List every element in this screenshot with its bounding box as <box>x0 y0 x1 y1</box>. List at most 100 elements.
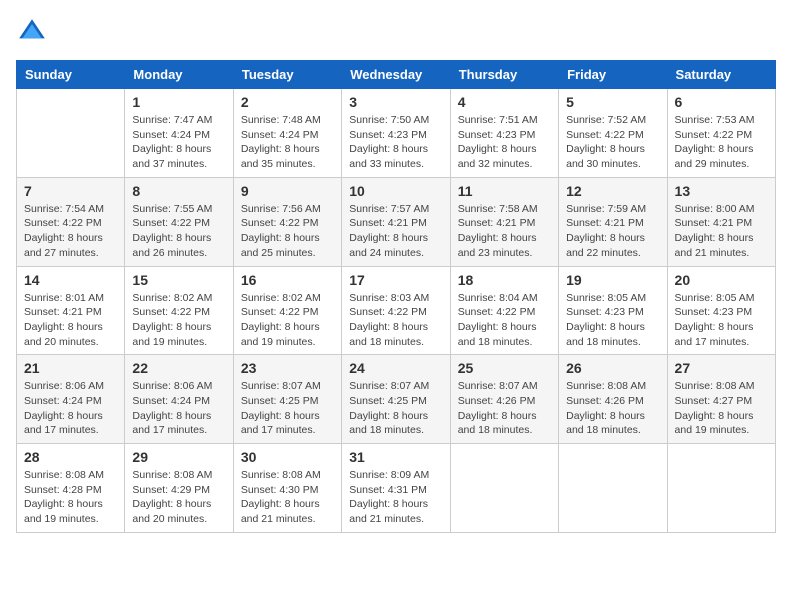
day-number: 10 <box>349 183 442 199</box>
calendar-cell: 26 Sunrise: 8:08 AM Sunset: 4:26 PM Dayli… <box>559 355 667 444</box>
day-info: Sunrise: 8:00 AM Sunset: 4:21 PM Dayligh… <box>675 202 768 261</box>
day-info: Sunrise: 8:07 AM Sunset: 4:25 PM Dayligh… <box>241 379 334 438</box>
calendar-cell: 29Sunrise: 8:08 AM Sunset: 4:29 PM Dayli… <box>125 444 233 533</box>
day-info: Sunrise: 8:02 AM Sunset: 4:22 PM Dayligh… <box>132 291 225 350</box>
calendar-week-4: 21Sunrise: 8:06 AM Sunset: 4:24 PM Dayli… <box>17 355 776 444</box>
day-number: 6 <box>675 94 768 110</box>
calendar-cell: 17 Sunrise: 8:03 AM Sunset: 4:22 PM Dayli… <box>342 266 450 355</box>
day-info: Sunrise: 8:08 AM Sunset: 4:27 PM Dayligh… <box>675 379 768 438</box>
day-info: Sunrise: 8:08 AM Sunset: 4:30 PM Dayligh… <box>241 468 334 527</box>
calendar-cell: 12Sunrise: 7:59 AM Sunset: 4:21 PM Dayli… <box>559 177 667 266</box>
day-number: 31 <box>349 449 442 465</box>
calendar-cell <box>17 89 125 178</box>
day-number: 2 <box>241 94 334 110</box>
calendar-week-3: 14Sunrise: 8:01 AM Sunset: 4:21 PM Dayli… <box>17 266 776 355</box>
calendar-cell: 4 Sunrise: 7:51 AM Sunset: 4:23 PM Daylig… <box>450 89 558 178</box>
calendar-cell: 30 Sunrise: 8:08 AM Sunset: 4:30 PM Dayli… <box>233 444 341 533</box>
weekday-header-thursday: Thursday <box>450 61 558 89</box>
day-number: 3 <box>349 94 442 110</box>
calendar-cell: 14Sunrise: 8:01 AM Sunset: 4:21 PM Dayli… <box>17 266 125 355</box>
day-info: Sunrise: 7:57 AM Sunset: 4:21 PM Dayligh… <box>349 202 442 261</box>
calendar-cell <box>559 444 667 533</box>
calendar-cell: 16 Sunrise: 8:02 AM Sunset: 4:22 PM Dayli… <box>233 266 341 355</box>
day-info: Sunrise: 8:07 AM Sunset: 4:26 PM Dayligh… <box>458 379 551 438</box>
day-number: 17 <box>349 272 442 288</box>
calendar-cell: 19 Sunrise: 8:05 AM Sunset: 4:23 PM Dayli… <box>559 266 667 355</box>
day-info: Sunrise: 7:58 AM Sunset: 4:21 PM Dayligh… <box>458 202 551 261</box>
calendar-cell: 31 Sunrise: 8:09 AM Sunset: 4:31 PM Dayli… <box>342 444 450 533</box>
day-number: 4 <box>458 94 551 110</box>
day-number: 5 <box>566 94 659 110</box>
day-info: Sunrise: 8:04 AM Sunset: 4:22 PM Dayligh… <box>458 291 551 350</box>
calendar-cell: 10 Sunrise: 7:57 AM Sunset: 4:21 PM Dayli… <box>342 177 450 266</box>
day-number: 7 <box>24 183 117 199</box>
day-number: 11 <box>458 183 551 199</box>
day-info: Sunrise: 8:02 AM Sunset: 4:22 PM Dayligh… <box>241 291 334 350</box>
calendar-cell: 8 Sunrise: 7:55 AM Sunset: 4:22 PM Daylig… <box>125 177 233 266</box>
calendar-cell: 21Sunrise: 8:06 AM Sunset: 4:24 PM Dayli… <box>17 355 125 444</box>
calendar-cell: 24Sunrise: 8:07 AM Sunset: 4:25 PM Dayli… <box>342 355 450 444</box>
calendar-cell: 6 Sunrise: 7:53 AM Sunset: 4:22 PM Daylig… <box>667 89 775 178</box>
weekday-header-sunday: Sunday <box>17 61 125 89</box>
day-number: 24 <box>349 360 442 376</box>
calendar-cell: 13 Sunrise: 8:00 AM Sunset: 4:21 PM Dayli… <box>667 177 775 266</box>
day-info: Sunrise: 8:05 AM Sunset: 4:23 PM Dayligh… <box>675 291 768 350</box>
calendar-cell: 7 Sunrise: 7:54 AM Sunset: 4:22 PM Daylig… <box>17 177 125 266</box>
calendar-cell: 5 Sunrise: 7:52 AM Sunset: 4:22 PM Daylig… <box>559 89 667 178</box>
day-info: Sunrise: 7:51 AM Sunset: 4:23 PM Dayligh… <box>458 113 551 172</box>
day-info: Sunrise: 8:05 AM Sunset: 4:23 PM Dayligh… <box>566 291 659 350</box>
calendar-cell: 18 Sunrise: 8:04 AM Sunset: 4:22 PM Dayli… <box>450 266 558 355</box>
calendar-cell: 20 Sunrise: 8:05 AM Sunset: 4:23 PM Dayli… <box>667 266 775 355</box>
day-number: 28 <box>24 449 117 465</box>
day-info: Sunrise: 8:09 AM Sunset: 4:31 PM Dayligh… <box>349 468 442 527</box>
calendar-cell: 1Sunrise: 7:47 AM Sunset: 4:24 PM Daylig… <box>125 89 233 178</box>
calendar-cell: 23 Sunrise: 8:07 AM Sunset: 4:25 PM Dayli… <box>233 355 341 444</box>
day-number: 25 <box>458 360 551 376</box>
weekday-header-friday: Friday <box>559 61 667 89</box>
day-info: Sunrise: 7:52 AM Sunset: 4:22 PM Dayligh… <box>566 113 659 172</box>
day-number: 19 <box>566 272 659 288</box>
calendar-cell: 9Sunrise: 7:56 AM Sunset: 4:22 PM Daylig… <box>233 177 341 266</box>
day-info: Sunrise: 8:08 AM Sunset: 4:29 PM Dayligh… <box>132 468 225 527</box>
day-info: Sunrise: 7:50 AM Sunset: 4:23 PM Dayligh… <box>349 113 442 172</box>
day-info: Sunrise: 7:53 AM Sunset: 4:22 PM Dayligh… <box>675 113 768 172</box>
weekday-header-wednesday: Wednesday <box>342 61 450 89</box>
day-info: Sunrise: 8:06 AM Sunset: 4:24 PM Dayligh… <box>24 379 117 438</box>
day-number: 20 <box>675 272 768 288</box>
calendar-week-2: 7 Sunrise: 7:54 AM Sunset: 4:22 PM Daylig… <box>17 177 776 266</box>
calendar-cell: 25 Sunrise: 8:07 AM Sunset: 4:26 PM Dayli… <box>450 355 558 444</box>
day-info: Sunrise: 7:48 AM Sunset: 4:24 PM Dayligh… <box>241 113 334 172</box>
calendar-cell: 11 Sunrise: 7:58 AM Sunset: 4:21 PM Dayli… <box>450 177 558 266</box>
calendar-week-5: 28 Sunrise: 8:08 AM Sunset: 4:28 PM Dayli… <box>17 444 776 533</box>
day-info: Sunrise: 8:08 AM Sunset: 4:28 PM Dayligh… <box>24 468 117 527</box>
calendar-cell: 27 Sunrise: 8:08 AM Sunset: 4:27 PM Dayli… <box>667 355 775 444</box>
day-number: 8 <box>132 183 225 199</box>
day-number: 23 <box>241 360 334 376</box>
day-info: Sunrise: 8:08 AM Sunset: 4:26 PM Dayligh… <box>566 379 659 438</box>
day-number: 30 <box>241 449 334 465</box>
weekday-header-saturday: Saturday <box>667 61 775 89</box>
day-number: 9 <box>241 183 334 199</box>
page-header <box>16 16 776 48</box>
day-number: 26 <box>566 360 659 376</box>
day-number: 27 <box>675 360 768 376</box>
day-info: Sunrise: 7:54 AM Sunset: 4:22 PM Dayligh… <box>24 202 117 261</box>
logo-icon <box>16 16 48 48</box>
day-number: 14 <box>24 272 117 288</box>
day-number: 12 <box>566 183 659 199</box>
weekday-header-tuesday: Tuesday <box>233 61 341 89</box>
weekday-header-monday: Monday <box>125 61 233 89</box>
day-number: 22 <box>132 360 225 376</box>
calendar-cell: 28 Sunrise: 8:08 AM Sunset: 4:28 PM Dayli… <box>17 444 125 533</box>
day-number: 16 <box>241 272 334 288</box>
calendar-cell: 22Sunrise: 8:06 AM Sunset: 4:24 PM Dayli… <box>125 355 233 444</box>
day-info: Sunrise: 8:03 AM Sunset: 4:22 PM Dayligh… <box>349 291 442 350</box>
calendar-cell: 2 Sunrise: 7:48 AM Sunset: 4:24 PM Daylig… <box>233 89 341 178</box>
day-number: 18 <box>458 272 551 288</box>
calendar-cell <box>667 444 775 533</box>
day-info: Sunrise: 7:55 AM Sunset: 4:22 PM Dayligh… <box>132 202 225 261</box>
day-number: 13 <box>675 183 768 199</box>
calendar-table: SundayMondayTuesdayWednesdayThursdayFrid… <box>16 60 776 533</box>
logo <box>16 16 52 48</box>
day-number: 15 <box>132 272 225 288</box>
